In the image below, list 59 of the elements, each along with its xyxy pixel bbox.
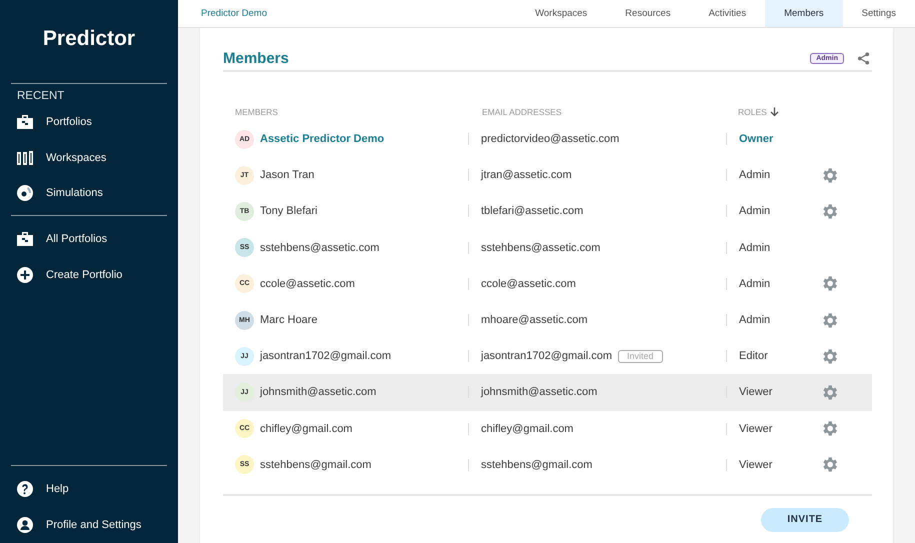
sidebar-item[interactable]: Help: [0, 472, 178, 508]
status-badge: Invited: [618, 350, 663, 363]
member-name: sstehbens@gmail.com: [260, 458, 372, 471]
email-address: jasontran1702@gmail.com: [481, 350, 612, 362]
member-role: Viewer: [739, 386, 772, 398]
member-role: Admin: [739, 205, 770, 218]
card-title: Members: [223, 50, 290, 67]
sidebar-item[interactable]: Simulations: [0, 175, 178, 212]
member-role: Admin: [739, 314, 770, 326]
member-name: ccole@assetic.com: [260, 278, 355, 290]
invite-button[interactable]: INVITE: [761, 508, 849, 532]
email-address: tblefari@assetic.com: [481, 205, 584, 218]
member-role: Admin: [739, 169, 770, 182]
nav-tab[interactable]: Workspaces: [516, 0, 606, 27]
user-icon: [16, 516, 34, 534]
disc-icon: [16, 184, 34, 202]
sidebar-item[interactable]: All Portfolios: [0, 221, 178, 257]
briefcase-icon: [16, 114, 34, 130]
email-address: chifley@gmail.com: [481, 422, 574, 435]
column-header: EMAIL ADDRESSES: [482, 107, 562, 117]
nav-tab[interactable]: Settings: [842, 0, 915, 27]
nav-tab[interactable]: Members: [765, 0, 843, 27]
member-role: Admin: [739, 278, 770, 290]
email-address: johnsmith@assetic.com: [481, 386, 598, 398]
member-role: Viewer: [739, 422, 772, 435]
briefcase-icon: [16, 230, 34, 247]
breadcrumb-link[interactable]: Predictor Demo: [178, 8, 516, 19]
column-header: MEMBERS: [235, 107, 278, 117]
member-name: Jason Tran: [260, 169, 314, 182]
email-address: mhoare@assetic.com: [481, 314, 588, 326]
sidebar-item[interactable]: Profile and Settings: [0, 507, 178, 543]
sidebar-item[interactable]: Create Portfolio: [0, 256, 178, 292]
nav-tab[interactable]: Activities: [690, 0, 766, 27]
member-role: Admin: [739, 242, 770, 254]
email-address: sstehbens@gmail.com: [481, 458, 592, 471]
email-address: sstehbens@assetic.com: [481, 242, 600, 254]
columns-icon: [16, 150, 34, 166]
email-address: ccole@assetic.com: [481, 278, 576, 290]
email-address: predictorvideo@assetic.com: [481, 133, 620, 146]
sidebar-item[interactable]: Workspaces: [0, 140, 178, 176]
member-name: chifley@gmail.com: [260, 422, 352, 435]
member-name: Marc Hoare: [260, 314, 318, 326]
plus-circle-icon: [16, 266, 34, 284]
member-role: Editor: [739, 350, 768, 362]
member-role: Owner: [739, 133, 774, 146]
member-name: johnsmith@assetic.com: [260, 386, 376, 398]
member-role: Viewer: [739, 458, 772, 471]
section-label: RECENT: [16, 89, 66, 104]
sidebar-item[interactable]: Portfolios: [0, 104, 178, 140]
app-logo: Predictor: [42, 26, 136, 52]
member-name: jasontran1702@gmail.com: [260, 350, 392, 362]
member-name: sstehbens@assetic.com: [260, 242, 380, 254]
member-name: Assetic Predictor Demo: [260, 133, 384, 146]
help-icon: [16, 480, 34, 498]
nav-tab[interactable]: Resources: [606, 0, 690, 27]
sort-arrow-icon[interactable]: [770, 107, 779, 117]
share-icon[interactable]: [857, 52, 870, 65]
member-name: Tony Blefari: [260, 205, 318, 218]
email-address: jtran@assetic.com: [481, 169, 572, 182]
